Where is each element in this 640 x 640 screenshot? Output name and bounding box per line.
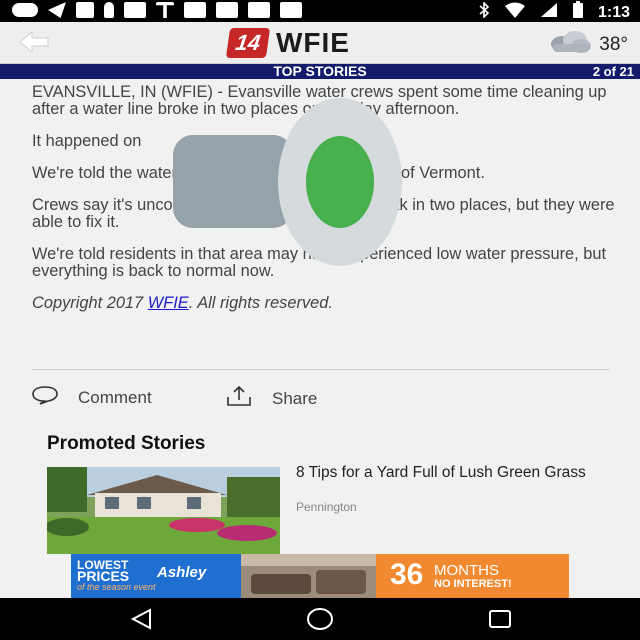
comment-bubble-icon: [32, 385, 58, 410]
copyright-prefix: Copyright 2017: [32, 294, 148, 312]
logo-text: WFIE: [276, 27, 350, 58]
messages-icon: [12, 3, 38, 17]
person-icon: [104, 2, 114, 18]
signal-icon: [540, 2, 558, 23]
share-icon: [226, 385, 252, 412]
share-label: Share: [272, 388, 318, 408]
wifi-icon: [504, 2, 526, 23]
story-counter: 2 of 21: [592, 64, 634, 79]
ad-banner[interactable]: LOWEST PRICES of the season event Ashley…: [71, 554, 569, 598]
nav-recents-icon[interactable]: [488, 609, 512, 634]
ad-line2: PRICES: [77, 568, 130, 584]
back-button[interactable]: [18, 30, 54, 54]
ad-promo-number: 36: [390, 558, 424, 591]
ad-brand: Ashley: [157, 564, 207, 581]
nav-home-icon[interactable]: [306, 607, 334, 636]
system-icons: 1:13: [478, 1, 630, 24]
notification-icon: [248, 2, 270, 18]
notification-icon: [280, 2, 302, 18]
comment-button[interactable]: Comment: [32, 385, 152, 410]
ad-promo-sub: NO INTEREST!: [434, 578, 512, 590]
nav-back-icon[interactable]: [130, 608, 154, 635]
send-icon: [48, 2, 66, 18]
copyright-line: Copyright 2017 WFIE. All rights reserved…: [32, 295, 617, 312]
battery-icon: [572, 1, 584, 24]
promoted-story-source: Pennington: [296, 500, 357, 514]
promoted-story-headline[interactable]: 8 Tips for a Yard Full of Lush Green Gra…: [296, 465, 596, 481]
promoted-story-image[interactable]: [47, 467, 280, 554]
ad-right-panel: 36 MONTHS NO INTEREST!: [376, 554, 569, 598]
mail-icon: [124, 2, 146, 18]
clock: 1:13: [597, 3, 630, 21]
logo-badge: 14: [225, 28, 271, 58]
promoted-stories-heading: Promoted Stories: [47, 433, 206, 454]
section-bar: TOP STORIES 2 of 21: [0, 64, 640, 79]
notification-icons: [12, 2, 302, 18]
cloud-icon: [547, 30, 593, 60]
divider: [32, 369, 610, 370]
notification-icon: [184, 2, 206, 18]
back-arrow-icon: [18, 30, 50, 58]
navigation-bar: [0, 598, 640, 640]
app-header: 14 WFIE 38°: [0, 22, 640, 64]
facebook-icon: [76, 2, 94, 18]
ad-photo: [241, 554, 376, 598]
bluetooth-icon: [478, 1, 490, 23]
ad-left-panel: LOWEST PRICES of the season event Ashley: [71, 554, 241, 598]
status-bar: 1:13: [0, 0, 640, 22]
copyright-suffix: . All rights reserved.: [188, 294, 333, 312]
share-button[interactable]: Share: [226, 385, 317, 412]
copyright-link[interactable]: WFIE: [148, 294, 189, 312]
weather-widget[interactable]: 38°: [547, 30, 628, 60]
section-title: TOP STORIES: [273, 63, 367, 79]
t-icon: [156, 2, 174, 18]
comment-label: Comment: [78, 387, 152, 407]
ad-promo-unit: MONTHS: [434, 562, 499, 579]
ad-line3: of the season event: [77, 582, 156, 592]
temperature: 38°: [599, 34, 628, 55]
station-logo[interactable]: 14 WFIE: [225, 27, 350, 59]
cylinder-overlay-icon[interactable]: [173, 97, 403, 267]
ad-headline: LOWEST PRICES of the season event: [77, 559, 156, 593]
notification-icon: [216, 2, 238, 18]
